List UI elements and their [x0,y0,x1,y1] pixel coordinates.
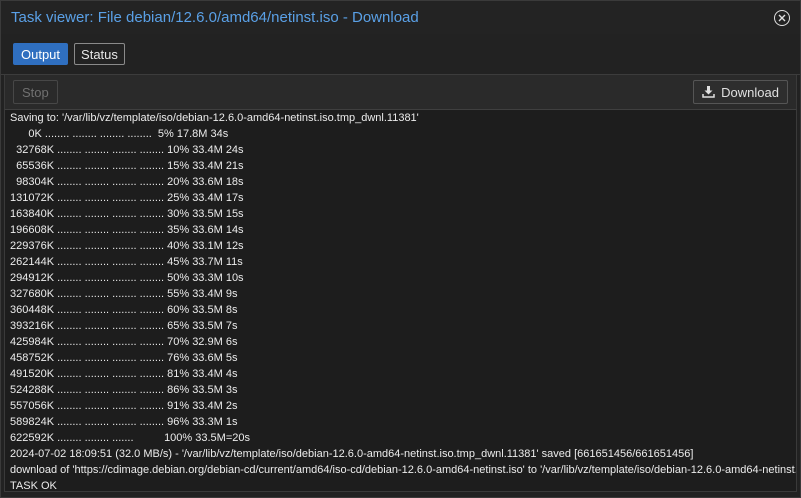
stop-button[interactable]: Stop [13,80,58,104]
task-log-output[interactable]: Saving to: '/var/lib/vz/template/iso/deb… [4,109,797,492]
download-icon [702,86,715,98]
log-line: 393216K ........ ........ ........ .....… [10,320,238,332]
log-line: 294912K ........ ........ ........ .....… [10,272,244,284]
toolbar: Stop Download [4,75,797,109]
tab-status[interactable]: Status [74,43,125,65]
log-line: 196608K ........ ........ ........ .....… [10,224,244,236]
log-line: 131072K ........ ........ ........ .....… [10,192,244,204]
log-line: 589824K ........ ........ ........ .....… [10,416,238,428]
tab-output[interactable]: Output [13,43,69,65]
log-line: 327680K ........ ........ ........ .....… [10,288,238,300]
log-line: 524288K ........ ........ ........ .....… [10,384,238,396]
tab-bar: Output Status [1,34,800,75]
download-button-label: Download [721,84,779,100]
log-line: 98304K ........ ........ ........ ......… [10,176,244,188]
log-line: 491520K ........ ........ ........ .....… [10,368,238,380]
log-line: 425984K ........ ........ ........ .....… [10,336,238,348]
log-line: download of 'https://cdimage.debian.org/… [10,464,797,476]
log-line: 622592K ........ ........ ....... 100% 3… [10,432,250,444]
log-line: 0K ........ ........ ........ ........ 5… [10,128,229,140]
close-icon[interactable] [774,9,790,26]
window-title: Task viewer: File debian/12.6.0/amd64/ne… [11,9,419,26]
log-line: 557056K ........ ........ ........ .....… [10,400,238,412]
log-line: 2024-07-02 18:09:51 (32.0 MB/s) - '/var/… [10,448,694,460]
log-line: 65536K ........ ........ ........ ......… [10,160,244,172]
task-viewer-window: Task viewer: File debian/12.6.0/amd64/ne… [0,0,801,498]
title-bar: Task viewer: File debian/12.6.0/amd64/ne… [1,1,800,34]
log-line: 163840K ........ ........ ........ .....… [10,208,244,220]
log-line: TASK OK [10,480,57,492]
log-line: 262144K ........ ........ ........ .....… [10,256,243,268]
log-line: 32768K ........ ........ ........ ......… [10,144,244,156]
log-line: 458752K ........ ........ ........ .....… [10,352,238,364]
log-line: Saving to: '/var/lib/vz/template/iso/deb… [10,112,419,124]
close-x-glyph [778,14,786,21]
download-button[interactable]: Download [693,80,788,104]
stop-button-label: Stop [22,84,49,100]
log-line: 360448K ........ ........ ........ .....… [10,304,238,316]
log-line: 229376K ........ ........ ........ .....… [10,240,244,252]
